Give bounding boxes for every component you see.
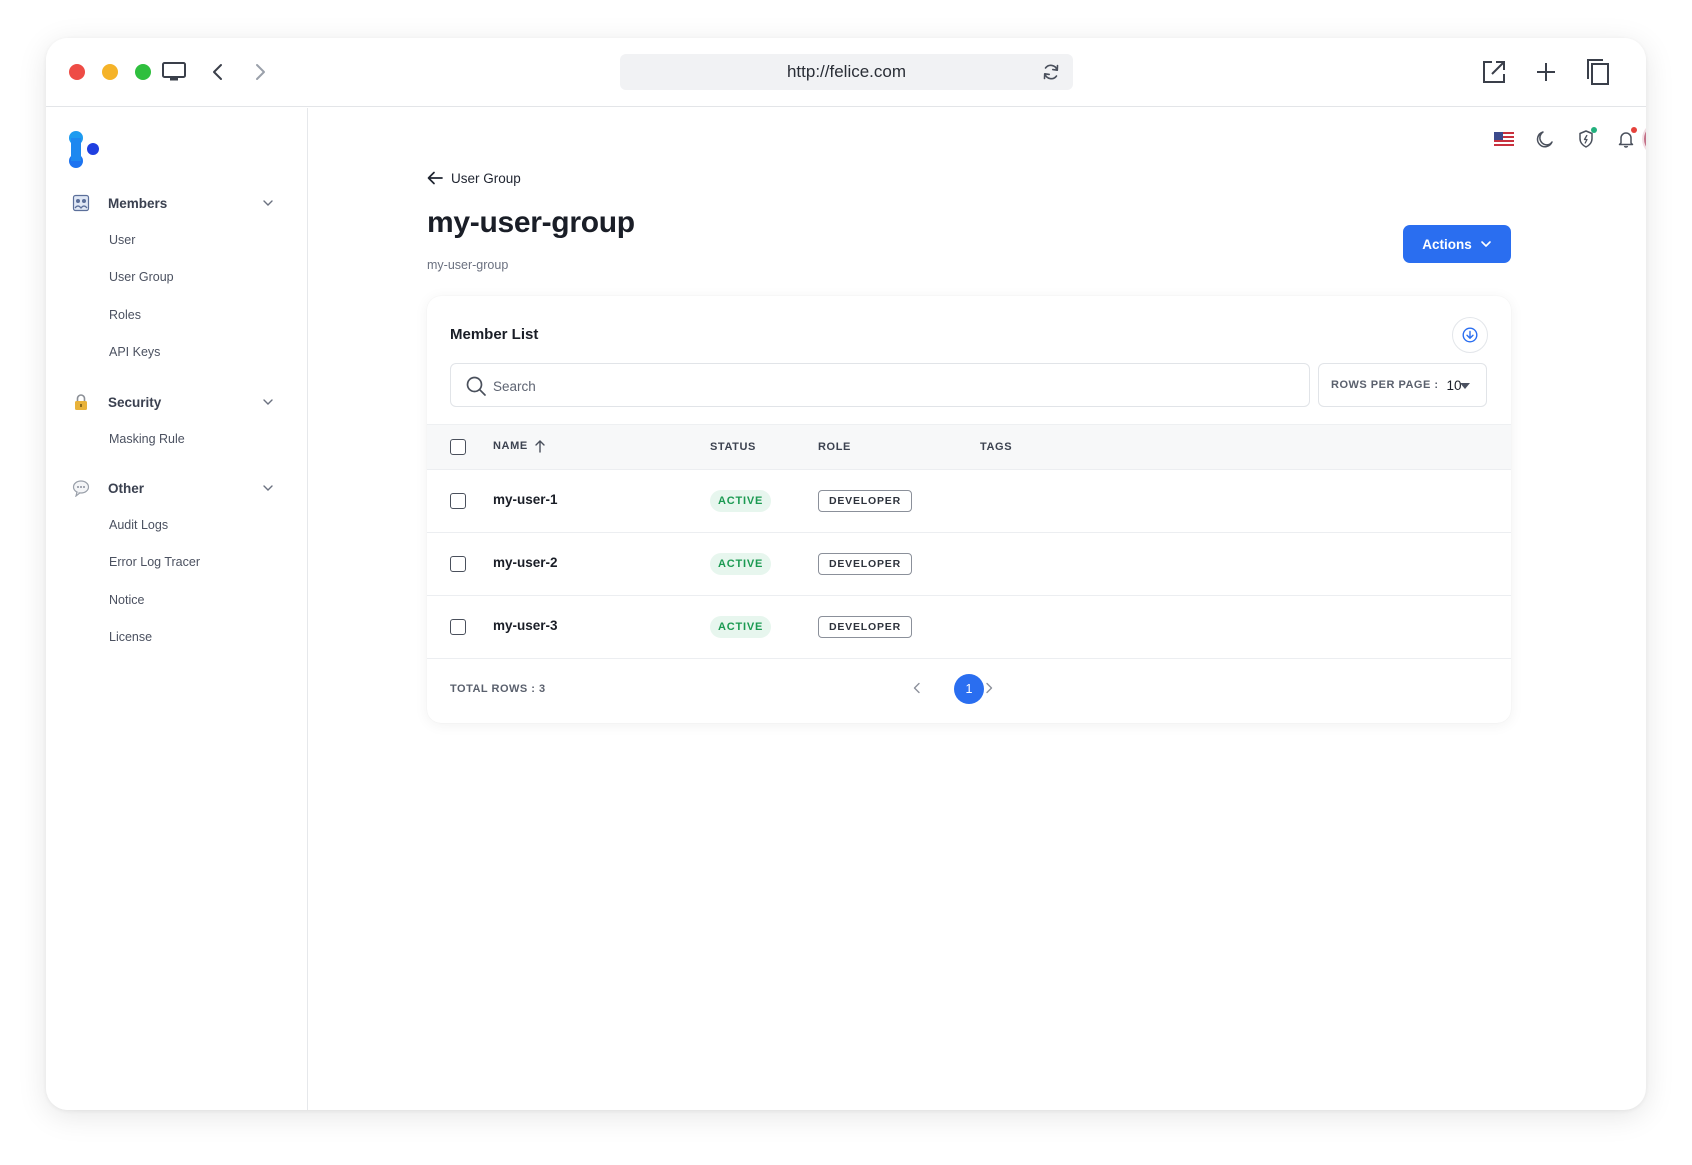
- speech-bubble-icon: [72, 479, 90, 497]
- sort-ascending-icon[interactable]: [534, 439, 546, 453]
- chevron-down-icon[interactable]: [262, 197, 274, 209]
- role-badge: DEVELOPER: [818, 553, 912, 575]
- forward-arrow-icon[interactable]: [246, 58, 274, 86]
- external-link-icon[interactable]: [1480, 58, 1508, 86]
- search-icon: [465, 375, 487, 397]
- role-badge: DEVELOPER: [818, 616, 912, 638]
- column-header-tags[interactable]: TAGS: [980, 441, 1012, 453]
- sidebar-item-roles[interactable]: Roles: [46, 296, 308, 334]
- column-header-role[interactable]: ROLE: [818, 441, 851, 453]
- sidebar-item-user[interactable]: User: [46, 221, 308, 259]
- row-checkbox[interactable]: [450, 493, 466, 509]
- nav-section-title: Other: [108, 480, 145, 496]
- download-button[interactable]: [1452, 317, 1488, 353]
- main-content: U User Group my-user-group my-user-group…: [309, 108, 1646, 1110]
- role-badge: DEVELOPER: [818, 490, 912, 512]
- back-arrow-icon[interactable]: [204, 58, 232, 86]
- page-title: my-user-group: [427, 206, 635, 239]
- member-name[interactable]: my-user-1: [493, 492, 558, 507]
- address-bar[interactable]: http://felice.com: [620, 54, 1073, 90]
- sidebar: Members User User Group Roles API Keys S…: [46, 108, 308, 1110]
- nav-section-security: Security Masking Rule: [46, 391, 308, 458]
- status-badge: ACTIVE: [710, 553, 772, 575]
- select-all-checkbox[interactable]: [450, 439, 466, 455]
- user-avatar[interactable]: U: [1644, 124, 1646, 154]
- card-title: Member List: [450, 326, 539, 343]
- nav-section-members: Members User User Group Roles API Keys: [46, 192, 308, 371]
- breadcrumb-label[interactable]: User Group: [451, 171, 521, 186]
- sidebar-item-user-group[interactable]: User Group: [46, 259, 308, 297]
- table-header: NAME STATUS ROLE TAGS: [427, 424, 1511, 470]
- next-page-chevron-icon[interactable]: [979, 678, 999, 698]
- total-rows-label: TOTAL ROWS : 3: [450, 683, 546, 695]
- url-text: http://felice.com: [786, 62, 907, 81]
- member-list-card: Member List ROWS PER PAGE : 10: [427, 296, 1511, 723]
- nav-section-other: Other Audit Logs Error Log Tracer Notice…: [46, 477, 308, 656]
- member-name[interactable]: my-user-2: [493, 555, 558, 570]
- chevron-down-icon[interactable]: [262, 482, 274, 494]
- actions-button[interactable]: Actions: [1403, 225, 1511, 263]
- nav-section-title: Members: [108, 195, 168, 211]
- table-row[interactable]: my-user-1 ACTIVE DEVELOPER: [427, 470, 1511, 533]
- maximize-window-button[interactable]: [135, 64, 151, 80]
- column-header-label: NAME: [493, 440, 528, 452]
- page-subtitle: my-user-group: [427, 258, 509, 272]
- nav-section-title: Security: [108, 394, 162, 410]
- members-icon: [72, 194, 90, 212]
- chevron-down-icon: [1480, 238, 1492, 250]
- row-checkbox[interactable]: [450, 619, 466, 635]
- app-logo-icon[interactable]: [68, 130, 102, 170]
- nav-section-header-members[interactable]: Members: [46, 192, 308, 214]
- row-checkbox[interactable]: [450, 556, 466, 572]
- browser-toolbar: http://felice.com: [46, 38, 1646, 107]
- notification-dot: [1631, 127, 1637, 133]
- browser-window: http://felice.com Members User User Grou…: [46, 38, 1646, 1110]
- shield-icon[interactable]: [1573, 126, 1599, 152]
- chevron-down-icon[interactable]: [262, 396, 274, 408]
- rows-per-page-select[interactable]: ROWS PER PAGE : 10: [1318, 363, 1487, 407]
- nav-section-header-other[interactable]: Other: [46, 477, 308, 499]
- download-icon: [1462, 327, 1478, 343]
- sidebar-item-api-keys[interactable]: API Keys: [46, 334, 308, 372]
- caret-down-icon: [1460, 383, 1470, 389]
- bell-icon[interactable]: [1613, 126, 1639, 152]
- status-badge: ACTIVE: [710, 490, 772, 512]
- rows-per-page-label: ROWS PER PAGE :: [1331, 379, 1439, 391]
- sidebar-item-notice[interactable]: Notice: [46, 581, 308, 619]
- monitor-icon[interactable]: [160, 58, 188, 86]
- back-arrow-icon[interactable]: [427, 171, 443, 185]
- us-flag-icon[interactable]: [1491, 126, 1517, 152]
- sidebar-item-masking-rule[interactable]: Masking Rule: [46, 420, 308, 458]
- column-header-status[interactable]: STATUS: [710, 441, 756, 453]
- sidebar-item-license[interactable]: License: [46, 619, 308, 657]
- sidebar-item-audit-logs[interactable]: Audit Logs: [46, 506, 308, 544]
- search-input[interactable]: [493, 374, 1273, 398]
- status-badge: ACTIVE: [710, 616, 772, 638]
- dark-mode-moon-icon[interactable]: [1532, 126, 1558, 152]
- new-tab-icon[interactable]: [1532, 58, 1560, 86]
- previous-page-chevron-icon[interactable]: [907, 678, 927, 698]
- column-header-name[interactable]: NAME: [493, 439, 546, 453]
- reload-icon[interactable]: [1041, 62, 1061, 82]
- table-row[interactable]: my-user-3 ACTIVE DEVELOPER: [427, 596, 1511, 659]
- actions-button-label: Actions: [1422, 236, 1472, 252]
- lock-icon: [72, 393, 90, 411]
- sidebar-item-error-log-tracer[interactable]: Error Log Tracer: [46, 544, 308, 582]
- table-row[interactable]: my-user-2 ACTIVE DEVELOPER: [427, 533, 1511, 596]
- breadcrumb[interactable]: User Group: [427, 168, 521, 188]
- member-name[interactable]: my-user-3: [493, 618, 558, 633]
- nav-section-header-security[interactable]: Security: [46, 391, 308, 413]
- minimize-window-button[interactable]: [102, 64, 118, 80]
- close-window-button[interactable]: [69, 64, 85, 80]
- shield-status-dot: [1591, 127, 1597, 133]
- search-box[interactable]: [450, 363, 1310, 407]
- copy-tabs-icon[interactable]: [1584, 58, 1612, 86]
